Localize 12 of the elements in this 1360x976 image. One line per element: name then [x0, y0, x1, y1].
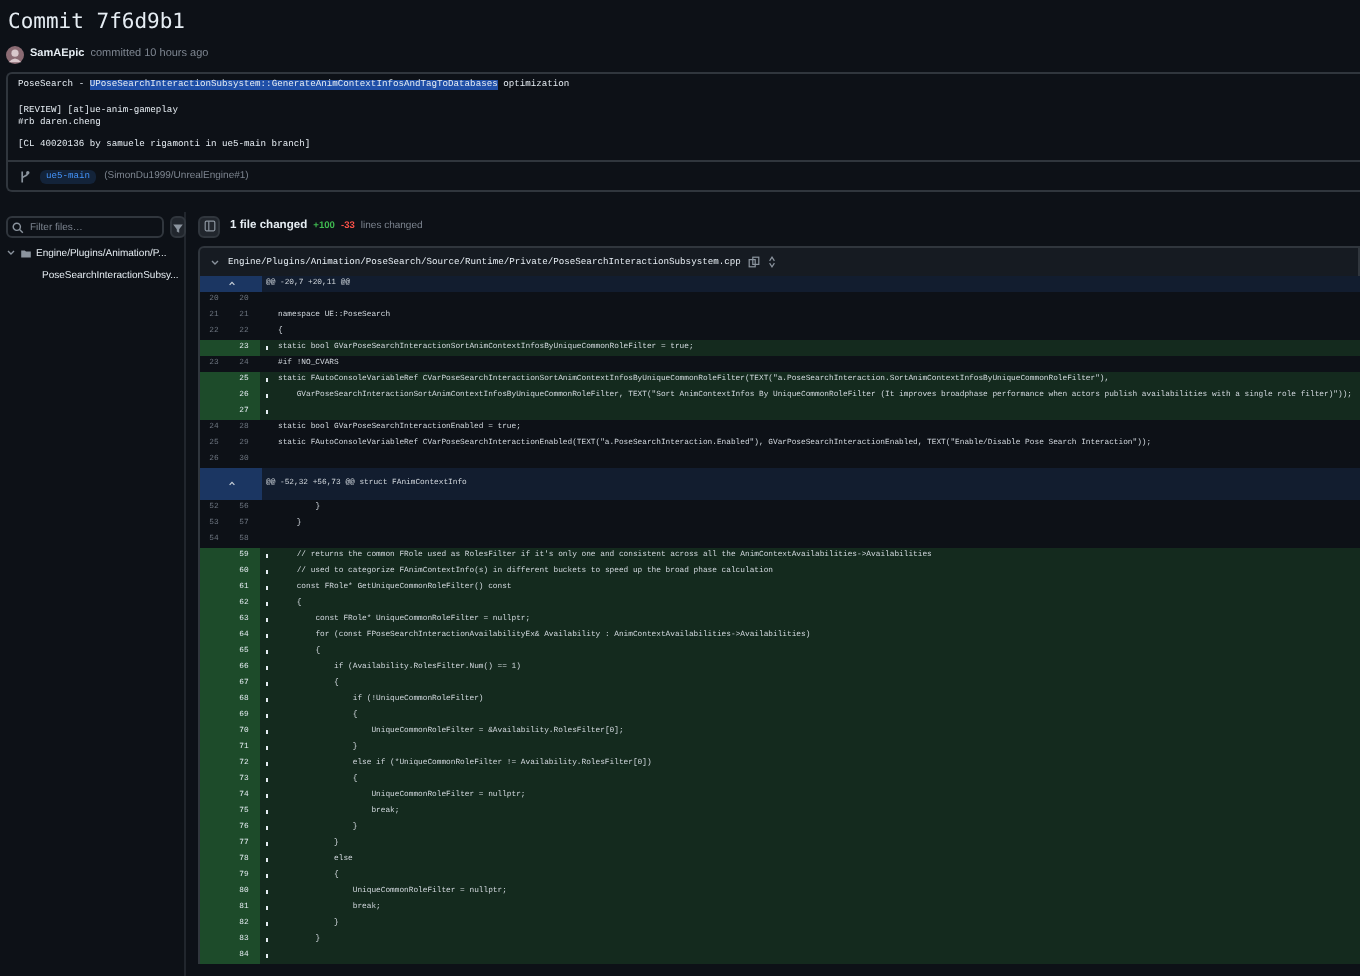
avatar-icon[interactable]: [6, 45, 24, 63]
folder-icon: [20, 247, 32, 259]
toggle-tree-button[interactable]: [198, 215, 220, 237]
filter-button[interactable]: [170, 216, 186, 238]
branch-icon: [18, 169, 32, 183]
funnel-icon: [172, 221, 184, 233]
chevron-icon[interactable]: [210, 257, 220, 267]
copy-icon[interactable]: [748, 256, 761, 268]
commit-title: Commit 7f6d9b1: [6, 10, 188, 36]
search-icon: [12, 221, 24, 233]
sidebar-icon: [203, 220, 215, 232]
expand-icon[interactable]: [768, 256, 777, 268]
